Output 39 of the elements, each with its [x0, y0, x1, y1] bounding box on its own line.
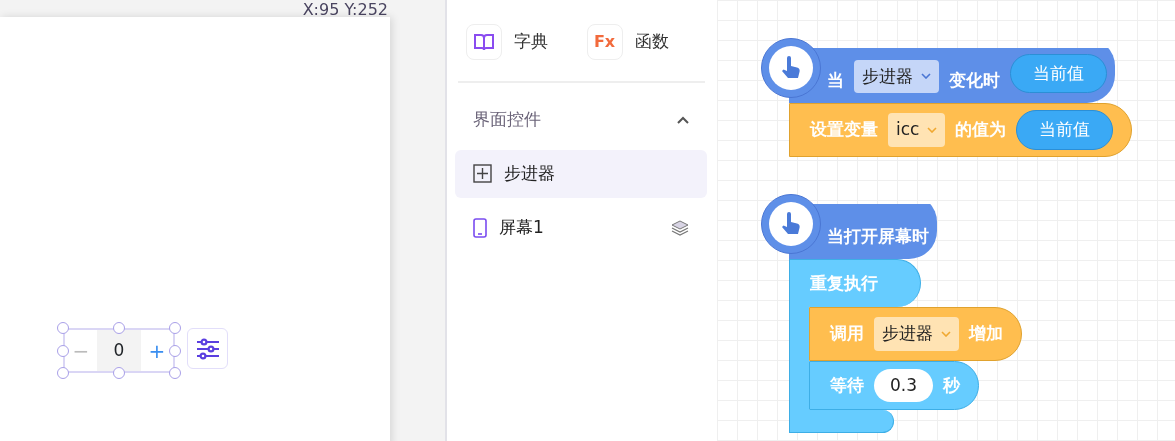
stepper-value: 0 — [97, 330, 141, 371]
component-item[interactable]: 屏幕1 — [455, 203, 707, 252]
palette-label[interactable]: 函数 — [634, 29, 669, 55]
palette-icon-box[interactable] — [466, 24, 502, 60]
number-input[interactable]: 0.3 — [874, 368, 934, 403]
chevron-down-icon — [927, 127, 938, 133]
block-label: 秒 — [943, 373, 961, 397]
action-block[interactable]: 设置变量 icc 的值为 当前值 — [789, 103, 1133, 157]
function-icon: Fx — [593, 30, 616, 54]
book-icon — [474, 33, 494, 51]
block-label: 重复执行 — [810, 271, 878, 295]
coordinates-readout: X:95 Y:252 — [302, 0, 388, 21]
phone-icon — [473, 217, 487, 238]
block-label: 设置变量 — [810, 118, 878, 142]
sliders-icon — [195, 337, 220, 360]
settings-button[interactable] — [187, 328, 228, 369]
action-block[interactable]: 调用 步进器 增加 — [809, 307, 1022, 361]
section-title: 界面控件 — [473, 108, 541, 131]
plus-square-icon — [473, 164, 492, 183]
chevron-down-icon — [941, 331, 951, 337]
palette-label[interactable]: 字典 — [514, 29, 548, 55]
event-hat-block[interactable]: 当 步进器 变化时 当前值 — [761, 38, 1115, 103]
dropdown-field[interactable]: 步进器 — [874, 317, 959, 351]
pointing-hand-icon — [780, 56, 802, 80]
block-label: 当打开屏幕时 — [827, 224, 929, 248]
chevron-up-icon[interactable] — [677, 115, 689, 124]
block-label: 增加 — [969, 322, 1003, 346]
pointing-hand-icon — [780, 212, 802, 236]
block-label: 等待 — [830, 373, 864, 397]
block-label: 的值为 — [955, 118, 1007, 142]
dropdown-field[interactable]: icc — [888, 113, 946, 147]
layers-icon[interactable] — [671, 219, 689, 236]
chevron-down-icon — [921, 73, 931, 80]
block-label: 调用 — [830, 322, 864, 346]
component-item[interactable]: 步进器 — [455, 149, 707, 198]
block-label: 当 — [827, 68, 844, 92]
block-label: 变化时 — [949, 68, 1000, 92]
dropdown-field[interactable]: 步进器 — [854, 59, 939, 93]
control-block[interactable]: 等待 0.3 秒 — [809, 361, 980, 410]
